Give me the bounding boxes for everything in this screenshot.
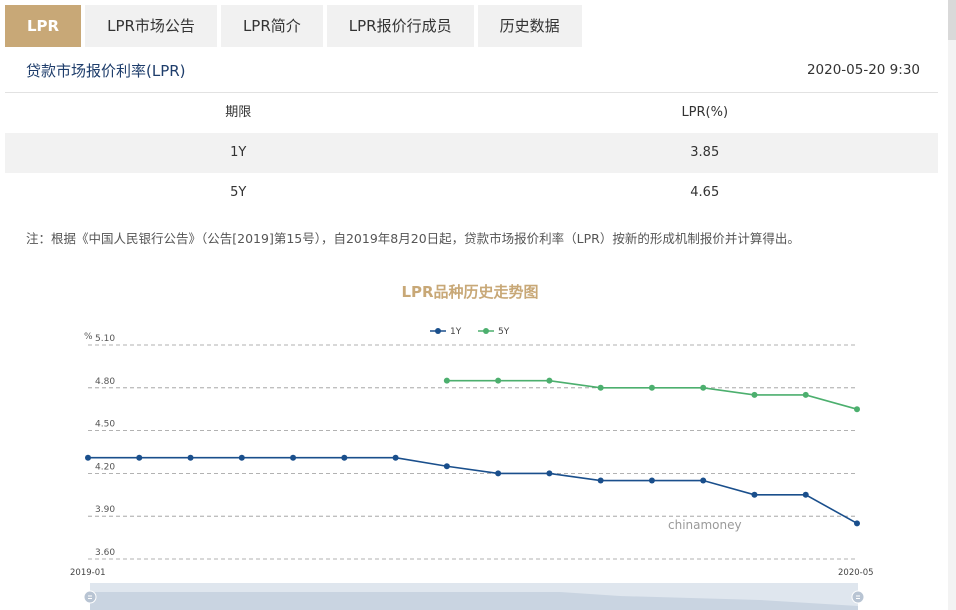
scrollbar-thumb[interactable]: [948, 0, 956, 40]
data-point: [802, 491, 809, 498]
y-tick-label: 4.50: [95, 420, 115, 430]
legend-marker[interactable]: [483, 328, 489, 334]
y-tick-label: 4.80: [95, 377, 115, 387]
data-point: [751, 491, 758, 498]
data-point: [546, 470, 553, 477]
legend-label: 5Y: [498, 327, 510, 337]
data-point: [341, 454, 348, 461]
data-point: [495, 470, 502, 477]
page-scrollbar[interactable]: [948, 0, 956, 610]
data-point: [443, 377, 450, 384]
y-tick-label: 3.60: [95, 548, 115, 558]
zoom-slider-handle[interactable]: [83, 590, 97, 604]
y-tick-label: 3.90: [95, 505, 115, 515]
y-tick-label: 5.10: [95, 334, 115, 344]
legend-marker[interactable]: [435, 328, 441, 334]
data-point: [648, 477, 655, 484]
lpr-history-chart: 5.10 4.80 4.50 4.20 3.90 3.60% 1Y 5Y chinamoney 2…: [70, 327, 874, 610]
data-point: [597, 477, 604, 484]
legend-label: 1Y: [450, 327, 462, 337]
data-point: [854, 406, 860, 413]
y-axis-unit: %: [84, 332, 93, 342]
data-point: [597, 384, 604, 391]
data-point: [136, 454, 143, 461]
data-point: [854, 520, 860, 527]
data-point: [700, 477, 707, 484]
data-point: [187, 454, 194, 461]
data-point: [238, 454, 245, 461]
data-point: [648, 384, 655, 391]
watermark-text: chinamoney: [668, 518, 742, 532]
zoom-slider-handle[interactable]: [851, 590, 865, 604]
series-line-1y: [88, 456, 858, 525]
data-point: [546, 377, 553, 384]
data-point: [290, 454, 297, 461]
data-point: [700, 384, 707, 391]
data-point: [85, 454, 91, 461]
data-point: [443, 463, 450, 470]
y-tick-label: 4.20: [95, 462, 115, 472]
x-range-end-label: 2020-05: [838, 568, 874, 578]
data-point: [802, 391, 809, 398]
data-point: [392, 454, 399, 461]
x-range-start-label: 2019-01: [70, 568, 106, 578]
data-point: [751, 391, 758, 398]
data-point: [495, 377, 502, 384]
